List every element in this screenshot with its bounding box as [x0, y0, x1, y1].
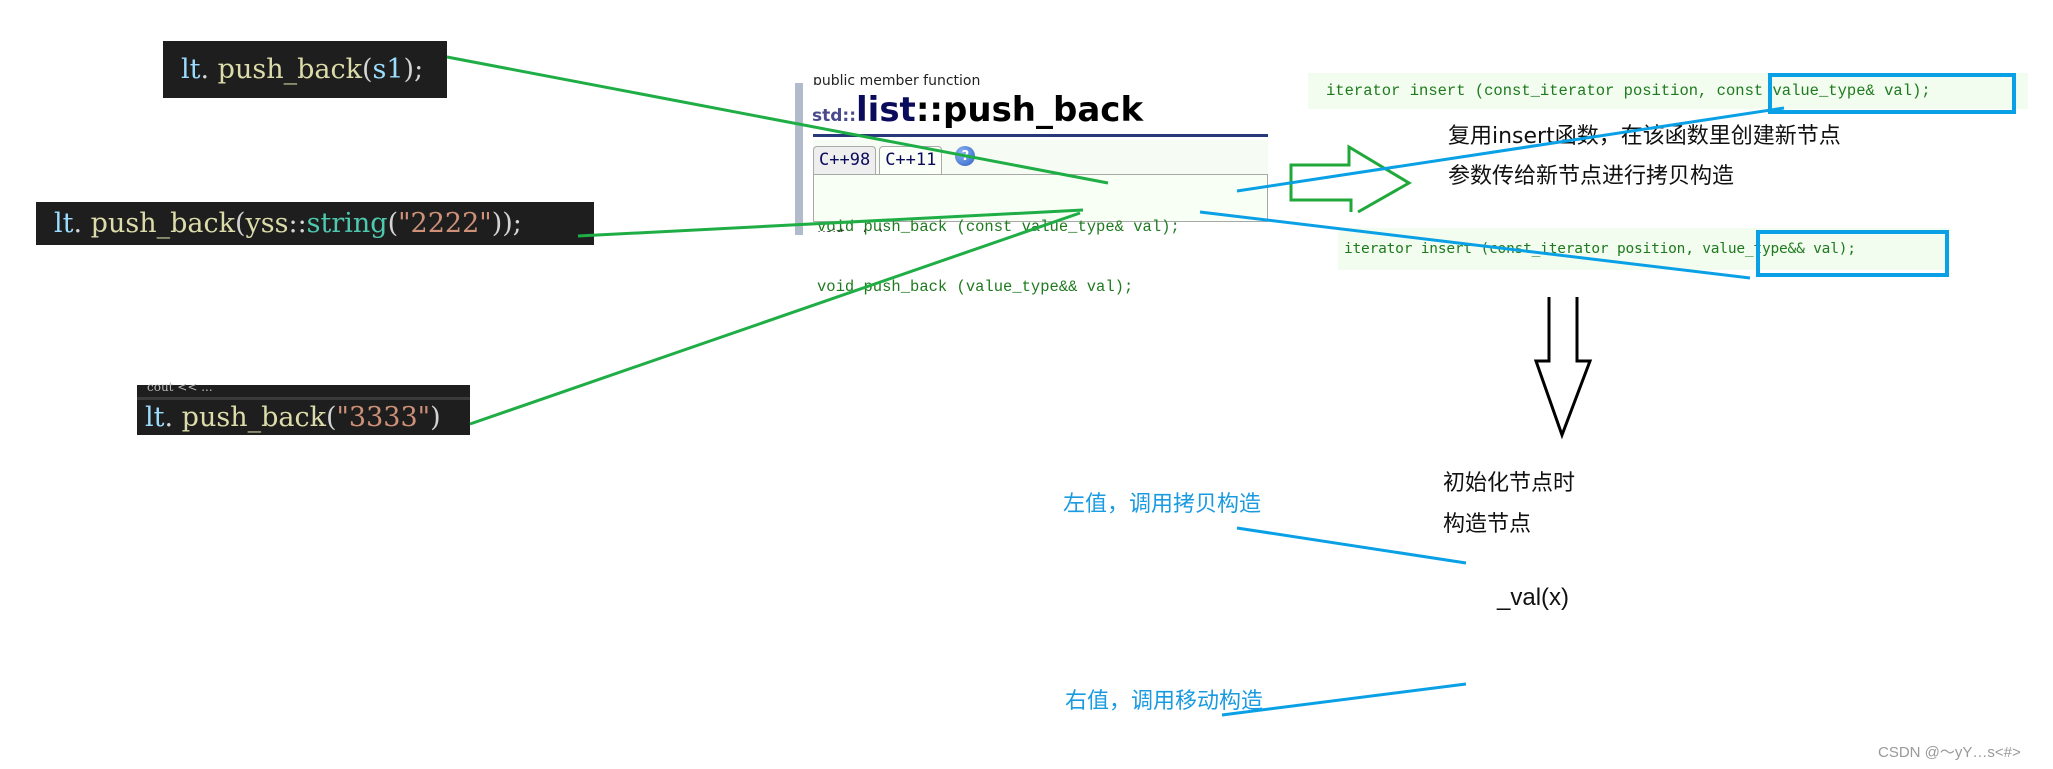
doc-title-class: list [856, 90, 916, 130]
code-token: )) [491, 208, 513, 239]
code-token: push_back [181, 401, 326, 433]
code-token: :: [288, 208, 307, 239]
tab-cpp11[interactable]: C++11 [879, 146, 943, 174]
code-token: lt [181, 54, 201, 85]
code-token: ) [430, 401, 441, 433]
code-token: "2222" [398, 208, 492, 239]
code-token: ( [361, 54, 373, 85]
code-token: lt [54, 208, 74, 239]
snippet-tokens: lt. push_back(yss::string("2222")); [54, 210, 522, 237]
doc-title-namespace: std:: [812, 106, 857, 126]
note-lvalue-copy-construct: 左值，调用拷贝构造 [1063, 492, 1262, 517]
note-rvalue-move-construct: 右值，调用移动构造 [1065, 689, 1264, 714]
code-token: ; [414, 54, 424, 85]
note-val-init: _val(x) [1497, 584, 1570, 611]
help-icon[interactable]: ? [955, 146, 976, 166]
code-token: ; [512, 208, 522, 239]
doc-tabs: C++98 C++11 ? [813, 140, 1268, 174]
insert-signature-prefix: iterator insert (const_iterator position… [1344, 241, 1703, 257]
doc-panel-sidebar-bar [795, 83, 803, 235]
code-token: ( [234, 208, 246, 239]
tab-cpp98[interactable]: C++98 [813, 146, 877, 174]
highlight-box-rvalue-ref-param [1756, 230, 1949, 277]
code-snippet-push-back-temp-object: lt. push_back(yss::string("2222")); [36, 202, 594, 245]
right-arrow-icon [1289, 144, 1412, 214]
code-token: "3333" [336, 401, 431, 433]
code-snippet-push-back-lvalue: lt. push_back(s1); [163, 41, 447, 98]
insert-signature-prefix: iterator insert (const_iterator position… [1326, 82, 1717, 100]
note-init-node-line1: 初始化节点时 [1443, 471, 1576, 496]
code-token: . [164, 401, 182, 433]
code-token: lt [145, 401, 165, 433]
code-token: s1 [372, 54, 404, 85]
connector-lvalue-note [1236, 526, 1467, 565]
snippet-cut-line: cout << ... [137, 381, 470, 400]
code-token: ( [387, 208, 399, 239]
doc-kicker: public member function [813, 73, 981, 85]
doc-code-line-rvalue: void push_back (value_type&& val); [817, 278, 1134, 296]
code-token: ) [403, 54, 415, 85]
doc-title-function: ::push_back [915, 90, 1144, 130]
note-reuse-insert-line2: 参数传给新节点进行拷贝构造 [1448, 164, 1735, 189]
code-token: string [306, 208, 388, 239]
code-token: yss [245, 208, 289, 239]
watermark: CSDN @～yY…s<#> [1878, 744, 2021, 761]
code-token: . [73, 208, 91, 239]
doc-cut-line: void ... (...) [818, 224, 1118, 232]
code-token: ( [325, 401, 337, 433]
note-init-node-line2: 构造节点 [1443, 512, 1532, 537]
doc-title-rule [813, 134, 1268, 137]
note-reuse-insert-line1: 复用insert函数，在该函数里创建新节点 [1448, 124, 1841, 149]
snippet-tokens: lt. push_back(s1); [181, 56, 423, 83]
doc-title: std::list::push_back [812, 90, 1143, 130]
code-snippet-push-back-literal: cout << ... lt. push_back("3333") [137, 381, 470, 435]
code-token: . [200, 54, 218, 85]
doc-code-box: void push_back (const value_type& val); … [813, 174, 1268, 296]
code-token: push_back [217, 54, 362, 85]
down-arrow-icon [1533, 297, 1593, 440]
snippet-tokens: lt. push_back("3333") [145, 404, 441, 431]
highlight-box-const-ref-param [1768, 73, 2016, 114]
code-token: push_back [90, 208, 235, 239]
